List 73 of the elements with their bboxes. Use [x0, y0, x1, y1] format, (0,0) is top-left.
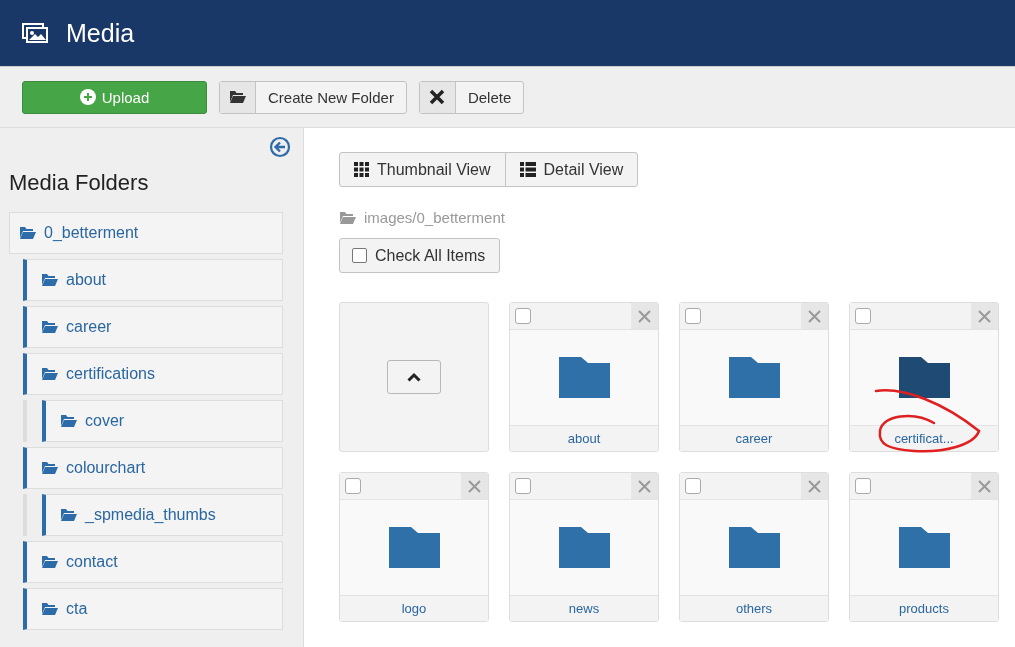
checkbox[interactable] [685, 478, 701, 494]
folder-tile[interactable]: about [509, 302, 659, 452]
checkbox[interactable] [685, 308, 701, 324]
folder-icon [339, 210, 356, 225]
close-icon [808, 309, 821, 323]
folder-name-link[interactable]: products [850, 595, 998, 621]
plus-circle-icon [79, 89, 96, 105]
delete-button[interactable] [801, 473, 828, 499]
folder-tree-item[interactable]: cta [23, 588, 283, 630]
folder-tree-item[interactable]: certifications [23, 353, 283, 395]
folder-name-link[interactable]: news [510, 595, 658, 621]
collapse-button[interactable] [269, 136, 291, 158]
folder-tile[interactable]: news [509, 472, 659, 622]
folder-icon [60, 508, 77, 522]
close-icon [429, 89, 446, 105]
folder-tree-item[interactable]: 0_betterment [9, 212, 283, 254]
close-icon [978, 309, 991, 323]
folder-icon [41, 320, 58, 334]
create-folder-button[interactable]: Create New Folder [219, 80, 407, 114]
close-icon [468, 479, 481, 493]
images-icon [22, 23, 48, 43]
folder-tree-item[interactable]: cover [42, 400, 283, 442]
up-button[interactable] [387, 360, 441, 394]
folder-icon [41, 367, 58, 381]
check-all-button[interactable]: Check All Items [339, 238, 501, 273]
folder-name-link[interactable]: about [510, 425, 658, 451]
folder-name-link[interactable]: logo [340, 595, 488, 621]
folder-icon [41, 555, 58, 569]
folder-tree-item[interactable]: career [23, 306, 283, 348]
folder-icon [41, 602, 58, 616]
delete-button[interactable] [971, 303, 998, 329]
close-icon [638, 309, 651, 323]
folder-tile[interactable]: career [679, 302, 829, 452]
folder-tree-item[interactable]: about [23, 259, 283, 301]
folder-tree-item[interactable]: _spmedia_thumbs [42, 494, 283, 536]
folder-tile[interactable]: logo [339, 472, 489, 622]
folder-icon [41, 461, 58, 475]
close-icon [978, 479, 991, 493]
checkbox[interactable] [345, 478, 361, 494]
checkbox[interactable] [515, 478, 531, 494]
folder-path: images/0_betterment [364, 209, 505, 226]
view-toggle-button[interactable]: Thumbnail View [339, 152, 506, 187]
chevron-up-icon [407, 372, 421, 382]
folder-tree-item[interactable]: colourchart [23, 447, 283, 489]
folder-icon [19, 226, 36, 240]
page-title: Media [66, 18, 135, 48]
folder-name-link[interactable]: others [680, 595, 828, 621]
delete-button[interactable] [461, 473, 488, 499]
close-icon [808, 479, 821, 493]
sidebar-title: Media Folders [9, 170, 150, 196]
checkbox[interactable] [515, 308, 531, 324]
list-icon [519, 162, 536, 177]
checkbox[interactable] [352, 248, 367, 263]
folder-icon [41, 273, 58, 287]
folder-icon [60, 414, 77, 428]
folder-tree-item[interactable]: contact [23, 541, 283, 583]
upload-button[interactable]: Upload [22, 80, 207, 114]
delete-button[interactable]: Delete [418, 80, 525, 114]
close-icon [638, 479, 651, 493]
grid-icon [354, 162, 369, 177]
folder-tile[interactable]: others [679, 472, 829, 622]
delete-button[interactable] [631, 473, 658, 499]
checkbox[interactable] [855, 478, 871, 494]
folder-tile[interactable]: products [849, 472, 999, 622]
folder-name-link[interactable]: certificat... [850, 425, 998, 451]
view-toggle-button[interactable]: Detail View [504, 152, 639, 187]
checkbox[interactable] [855, 308, 871, 324]
folder-icon [229, 90, 246, 104]
folder-tile[interactable]: certificat... [849, 302, 999, 452]
delete-button[interactable] [971, 473, 998, 499]
folder-name-link[interactable]: career [680, 425, 828, 451]
delete-button[interactable] [801, 303, 828, 329]
delete-button[interactable] [631, 303, 658, 329]
